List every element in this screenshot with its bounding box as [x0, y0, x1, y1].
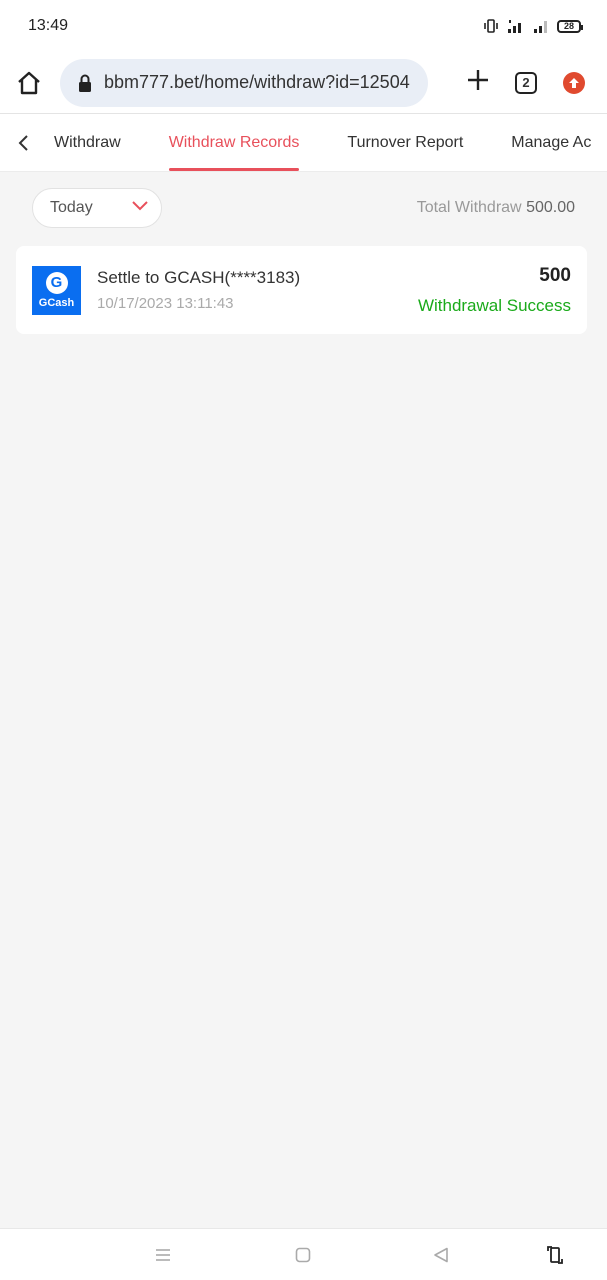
total-withdraw-label: Total Withdraw [416, 199, 522, 216]
rotate-icon[interactable] [543, 1243, 567, 1267]
vibrate-icon [483, 19, 499, 33]
browser-url-bar: bbm777.bet/home/withdraw?id=12504 2 [0, 52, 607, 114]
back-triangle-icon[interactable] [429, 1243, 453, 1267]
url-field[interactable]: bbm777.bet/home/withdraw?id=12504 [60, 58, 428, 107]
system-navigation-bar [0, 1228, 607, 1280]
battery-icon: 28 [557, 19, 583, 33]
home-icon[interactable] [14, 68, 44, 98]
chevron-down-icon [131, 199, 149, 217]
update-icon[interactable] [563, 71, 585, 94]
status-time: 13:49 [28, 17, 69, 34]
url-text: bbm777.bet/home/withdraw?id=12504 [104, 72, 410, 92]
battery-level: 28 [563, 21, 574, 31]
status-bar: 13:49 28 [0, 0, 607, 52]
record-status: Withdrawal Success [417, 295, 571, 315]
plus-icon[interactable] [467, 69, 489, 96]
menu-icon[interactable] [151, 1243, 175, 1267]
home-square-icon[interactable] [291, 1243, 315, 1267]
total-withdraw-value: 500.00 [526, 199, 575, 216]
signal-icon [533, 19, 549, 33]
gcash-logo-icon: G GCash [32, 265, 81, 315]
record-amount: 500 [539, 264, 571, 286]
date-range-select[interactable]: Today [32, 188, 162, 228]
wifi-icon [507, 19, 525, 33]
tab-bar: Withdraw Withdraw Records Turnover Repor… [0, 114, 607, 172]
record-title: Settle to GCASH(****3183) [97, 268, 301, 287]
status-icons: 28 [483, 19, 583, 33]
date-range-value: Today [50, 199, 93, 216]
tab-count-button[interactable]: 2 [515, 71, 537, 94]
lock-icon [78, 74, 92, 92]
total-withdraw: Total Withdraw 500.00 [417, 199, 575, 217]
gcash-logo-letter: G [45, 271, 68, 294]
tab-withdraw-records[interactable]: Withdraw Records [168, 114, 299, 171]
gcash-logo-text: GCash [38, 296, 75, 309]
filter-row: Today Total Withdraw 500.00 [0, 172, 607, 244]
withdraw-record-item[interactable]: G GCash Settle to GCASH(****3183) 10/17/… [16, 246, 587, 334]
chevron-left-icon[interactable] [0, 114, 40, 171]
tab-manage-account[interactable]: Manage Ac [511, 114, 591, 171]
tab-withdraw[interactable]: Withdraw [54, 114, 121, 171]
tab-turnover-report[interactable]: Turnover Report [347, 114, 463, 171]
record-datetime: 10/17/2023 13:11:43 [97, 295, 234, 312]
